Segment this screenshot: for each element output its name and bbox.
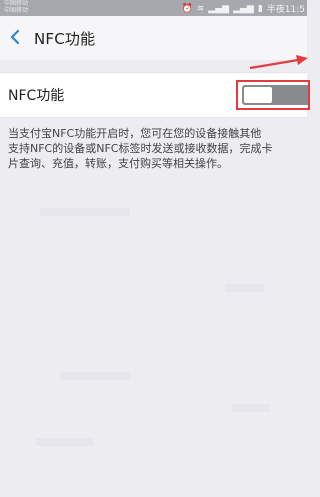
watermark-shape [60,372,130,380]
wifi-icon: ≋ [196,3,205,14]
nfc-description: 当支付宝NFC功能开启时，您可在您的设备接触其他 支持NFC的设备或NFC标签时… [8,127,273,170]
watermark-shape [36,438,94,446]
carrier-info: 中国移动 中国移动 [4,0,28,14]
watermark-shape [40,208,130,216]
chevron-left-icon[interactable] [6,25,24,49]
watermark-shape [225,284,265,292]
status-icons: ⏰ ≋ ▂▄▆ ▂▄▆ ▮ 半夜11:5 [181,2,305,16]
carrier-line-1: 中国移动 [4,0,29,7]
alarm-icon: ⏰ [181,3,193,14]
watermark-shape [232,404,270,412]
signal-icon: ▂▄▆ [233,3,254,14]
battery-icon: ▮ [257,3,263,14]
carrier-line-2: 中国移动 [4,7,29,14]
page-title: NFC功能 [34,30,96,48]
nfc-setting-label: NFC功能 [8,88,65,104]
status-time: 半夜11:5 [266,5,305,15]
signal-icon: ▂▄▆ [208,3,230,14]
highlight-box [236,80,310,110]
status-bar: 中国移动 中国移动 ⏰ ≋ ▂▄▆ ▂▄▆ ▮ 半夜11:5 [0,0,307,16]
